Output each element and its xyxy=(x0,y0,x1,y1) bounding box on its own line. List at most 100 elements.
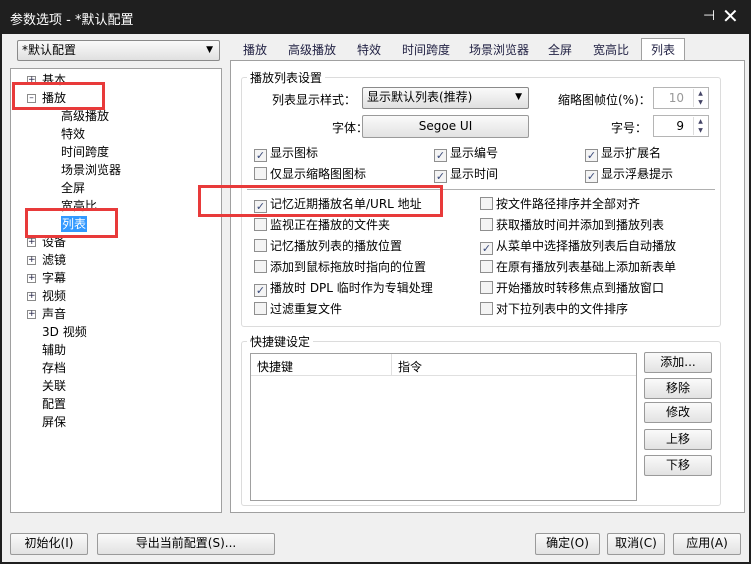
highlight-box-remember-option xyxy=(198,185,443,217)
checkbox-icon[interactable]: ✓ xyxy=(480,242,493,255)
checkbox-icon[interactable]: ✓ xyxy=(254,284,267,297)
column-header-command[interactable]: 指令 xyxy=(398,358,422,375)
checkbox-option[interactable]: 按文件路径排序并全部对齐 xyxy=(480,197,640,211)
chevron-down-icon: ▼ xyxy=(206,45,213,55)
tree-item[interactable]: 时间跨度 xyxy=(61,144,109,160)
profile-select[interactable]: *默认配置 ▼ xyxy=(17,40,220,61)
tab-4[interactable]: 场景浏览器 xyxy=(469,40,529,60)
chevron-down-icon: ▼ xyxy=(515,92,522,102)
checkbox-option[interactable]: 记忆播放列表的播放位置 xyxy=(254,239,402,253)
checkbox-label: 按文件路径排序并全部对齐 xyxy=(496,197,641,211)
cancel-button[interactable]: 取消(C) xyxy=(607,533,665,555)
tab-5[interactable]: 全屏 xyxy=(548,40,572,60)
expand-icon[interactable]: + xyxy=(27,274,36,283)
checkbox-icon[interactable] xyxy=(480,218,493,231)
checkbox-icon[interactable] xyxy=(480,302,493,315)
checkbox-icon[interactable] xyxy=(480,197,493,210)
checkbox-icon[interactable]: ✓ xyxy=(254,149,267,162)
checkbox-option[interactable]: ✓ 显示时间 xyxy=(434,167,498,183)
checkbox-option[interactable]: 在原有播放列表基础上添加新表单 xyxy=(480,260,676,274)
shortcut-button-0[interactable]: 添加... xyxy=(644,352,712,373)
checkbox-icon[interactable]: ✓ xyxy=(434,149,447,162)
tree-item[interactable]: 字幕 xyxy=(42,270,66,286)
checkbox-icon[interactable] xyxy=(254,167,267,180)
shortcut-title: 快捷键设定 xyxy=(247,333,314,350)
checkbox-icon[interactable] xyxy=(254,260,267,273)
checkbox-option[interactable]: 过滤重复文件 xyxy=(254,302,342,316)
pin-icon[interactable]: ⊣ xyxy=(703,8,715,24)
checkbox-label: 显示浮悬提示 xyxy=(601,167,674,181)
tree-item[interactable]: 关联 xyxy=(42,378,66,394)
tab-7[interactable]: 列表 xyxy=(641,38,686,60)
checkbox-icon[interactable] xyxy=(480,281,493,294)
checkbox-label: 监视正在播放的文件夹 xyxy=(270,218,391,232)
expand-icon[interactable]: + xyxy=(27,238,36,247)
tree-item[interactable]: 全屏 xyxy=(61,180,85,196)
tab-0[interactable]: 播放 xyxy=(243,40,267,60)
tree-item[interactable]: 视频 xyxy=(42,288,66,304)
checkbox-label: 显示时间 xyxy=(450,167,499,181)
tree-item[interactable]: 配置 xyxy=(42,396,66,412)
window-title: 参数选项 - *默认配置 xyxy=(10,13,134,28)
shortcut-button-4[interactable]: 下移 xyxy=(644,455,712,476)
tree-item[interactable]: 高级播放 xyxy=(61,108,109,124)
settings-tree[interactable]: + 基本 – 播放 高级播放 特效 时间跨度 场景浏览器 全屏 宽高比 列表 + 设备 + 滤镜 + 字幕 + 视频… xyxy=(10,68,222,513)
shortcut-list[interactable]: 快捷键 指令 xyxy=(250,353,637,501)
style-value: 显示默认列表(推荐) xyxy=(367,90,473,104)
tab-6[interactable]: 宽高比 xyxy=(593,40,629,60)
checkbox-icon[interactable] xyxy=(480,260,493,273)
tab-3[interactable]: 时间跨度 xyxy=(402,40,450,60)
tree-item[interactable]: 3D 视频 xyxy=(42,324,87,340)
checkbox-option[interactable]: 仅显示缩略图图标 xyxy=(254,167,366,181)
checkbox-option[interactable]: ✓ 显示扩展名 xyxy=(585,146,661,162)
checkbox-option[interactable]: 监视正在播放的文件夹 xyxy=(254,218,390,232)
init-button[interactable]: 初始化(I) xyxy=(10,533,88,555)
spin-arrows-icon[interactable]: ▲ ▼ xyxy=(693,89,707,107)
tree-item[interactable]: 屏保 xyxy=(42,414,66,430)
close-icon[interactable]: ✕ xyxy=(722,4,739,28)
checkbox-icon[interactable]: ✓ xyxy=(585,149,598,162)
spin-arrows-icon[interactable]: ▲ ▼ xyxy=(693,117,707,135)
checkbox-option[interactable]: ✓ 显示图标 xyxy=(254,146,318,162)
shortcut-button-3[interactable]: 上移 xyxy=(644,429,712,450)
export-config-button[interactable]: 导出当前配置(S)... xyxy=(97,533,275,555)
checkbox-option[interactable]: 对下拉列表中的文件排序 xyxy=(480,302,628,316)
checkbox-option[interactable]: 开始播放时转移焦点到播放窗口 xyxy=(480,281,664,295)
shortcut-button-1[interactable]: 移除 xyxy=(644,378,712,399)
checkbox-label: 播放时 DPL 临时作为专辑处理 xyxy=(270,281,433,295)
title-bar: 参数选项 - *默认配置 ⊣ ✕ xyxy=(0,0,751,34)
expand-icon[interactable]: + xyxy=(27,256,36,265)
checkbox-option[interactable]: ✓ 显示编号 xyxy=(434,146,498,162)
checkbox-label: 在原有播放列表基础上添加新表单 xyxy=(496,260,677,274)
checkbox-option[interactable]: ✓ 播放时 DPL 临时作为专辑处理 xyxy=(254,281,433,297)
size-stepper[interactable]: 9 ▲ ▼ xyxy=(653,115,709,137)
checkbox-icon[interactable] xyxy=(254,218,267,231)
tree-item[interactable]: 辅助 xyxy=(42,342,66,358)
checkbox-icon[interactable]: ✓ xyxy=(434,170,447,183)
shortcut-button-2[interactable]: 修改 xyxy=(644,402,712,423)
checkbox-icon[interactable] xyxy=(254,239,267,252)
tree-item[interactable]: 声音 xyxy=(42,306,66,322)
checkbox-option[interactable]: ✓ 从菜单中选择播放列表后自动播放 xyxy=(480,239,676,255)
checkbox-icon[interactable]: ✓ xyxy=(585,170,598,183)
checkbox-icon[interactable] xyxy=(254,302,267,315)
checkbox-label: 记忆播放列表的播放位置 xyxy=(270,239,403,253)
tree-item[interactable]: 存档 xyxy=(42,360,66,376)
tab-1[interactable]: 高级播放 xyxy=(288,40,336,60)
font-button[interactable]: Segoe UI xyxy=(362,115,529,138)
thumb-stepper[interactable]: 10 ▲ ▼ xyxy=(653,87,709,109)
expand-icon[interactable]: + xyxy=(27,292,36,301)
expand-icon[interactable]: + xyxy=(27,310,36,319)
tree-item[interactable]: 特效 xyxy=(61,126,85,142)
style-select[interactable]: 显示默认列表(推荐) ▼ xyxy=(362,87,529,109)
checkbox-option[interactable]: ✓ 显示浮悬提示 xyxy=(585,167,673,183)
apply-button[interactable]: 应用(A) xyxy=(673,533,741,555)
tab-2[interactable]: 特效 xyxy=(357,40,381,60)
column-header-shortcut[interactable]: 快捷键 xyxy=(257,358,293,375)
checkbox-label: 仅显示缩略图图标 xyxy=(270,167,367,181)
tree-item[interactable]: 滤镜 xyxy=(42,252,66,268)
checkbox-option[interactable]: 获取播放时间并添加到播放列表 xyxy=(480,218,664,232)
tree-item[interactable]: 场景浏览器 xyxy=(61,162,121,178)
ok-button[interactable]: 确定(O) xyxy=(535,533,600,555)
checkbox-option[interactable]: 添加到鼠标拖放时指向的位置 xyxy=(254,260,426,274)
